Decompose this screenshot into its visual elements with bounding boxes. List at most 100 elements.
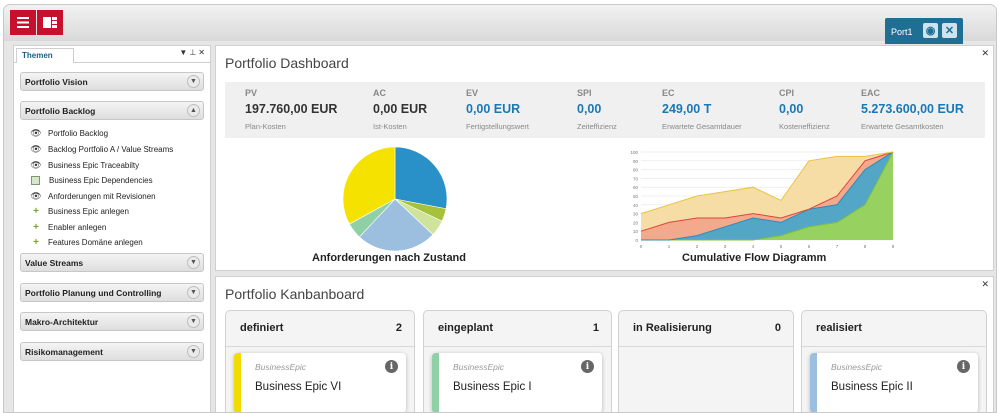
chevron-up-icon[interactable]: ▲ (187, 104, 200, 117)
y-tick-label: 20 (633, 220, 639, 225)
app-window: Port1 ◉ ✕ Themen ▼⊥✕ Portfolio Vision ▼ P… (3, 4, 997, 413)
y-tick-label: 30 (633, 212, 639, 217)
column-count: 2 (395, 322, 402, 334)
dashboard-title: Portfolio Dashboard (225, 55, 349, 71)
y-tick-label: 100 (630, 150, 638, 155)
kanban-column-in-realisierung: in Realisierung 0 (618, 310, 794, 412)
kanban-card[interactable]: BusinessEpic Business Epic VI i (234, 353, 406, 412)
plus-icon: + (33, 236, 39, 248)
dropdown-icon[interactable]: ▼ (179, 48, 189, 57)
kpi-key: EC (662, 88, 675, 98)
group-planung-controlling[interactable]: Portfolio Planung und Controlling ▼ (20, 283, 204, 302)
kpi-key: EV (466, 88, 479, 98)
column-divider (226, 346, 414, 347)
sidebar-item-traceabilty[interactable]: 👁 Business Epic Traceabilty (30, 158, 139, 172)
item-label: Backlog Portfolio A / Value Streams (48, 144, 174, 154)
kanban-column-realisiert: realisiert BusinessEpic Business Epic II… (801, 310, 987, 412)
item-label: Portfolio Backlog (48, 128, 109, 138)
item-label: Business Epic anlegen (48, 206, 129, 216)
cfd-chart-label: Cumulative Flow Diagramm (682, 252, 827, 264)
eye-icon: 👁 (30, 190, 42, 201)
kpi-key: SPI (577, 88, 592, 98)
sidebar-header: Themen ▼⊥✕ (14, 46, 210, 63)
kanban-card[interactable]: BusinessEpic Business Epic I i (432, 353, 602, 412)
info-icon[interactable]: i (957, 360, 970, 373)
sidebar-item-features-anlegen[interactable]: + Features Domäne anlegen (30, 235, 143, 249)
column-divider (802, 346, 986, 347)
sidebar-item-backlog-portfolio-a[interactable]: 👁 Backlog Portfolio A / Value Streams (30, 142, 173, 156)
plus-icon: + (33, 205, 39, 217)
group-makro-architektur[interactable]: Makro-Architektur ▼ (20, 312, 204, 331)
kpi-key: CPI (779, 88, 795, 98)
chevron-down-icon[interactable]: ▼ (187, 345, 200, 358)
kpi-bar: PV 197.760,00 EUR Plan-Kosten AC 0,00 EUR Is… (225, 82, 985, 138)
kpi-sub: Erwartete Gesamtkosten (861, 122, 944, 131)
kpi-sub: Zeiteffizienz (577, 122, 617, 131)
chevron-down-icon[interactable]: ▼ (187, 315, 200, 328)
x-tick-label: 5 (780, 244, 783, 249)
kpi-value: 0,00 EUR (466, 102, 521, 116)
kpi-value: 0,00 EUR (373, 102, 428, 116)
sidebar-item-revisionen[interactable]: 👁 Anforderungen mit Revisionen (30, 189, 156, 203)
sidebar-item-business-epic-anlegen[interactable]: + Business Epic anlegen (30, 204, 129, 218)
kpi-value: 5.273.600,00 EUR (861, 102, 964, 116)
group-label: Risikomanagement (25, 347, 103, 357)
info-icon[interactable]: i (581, 360, 594, 373)
sidebar-item-enabler-anlegen[interactable]: + Enabler anlegen (30, 220, 106, 234)
kpi-sub: Erwartete Gesamtdauer (662, 122, 742, 131)
card-name: Business Epic I (453, 381, 532, 393)
chevron-down-icon[interactable]: ▼ (187, 286, 200, 299)
item-label: Enabler anlegen (48, 222, 107, 232)
info-icon[interactable]: i (385, 360, 398, 373)
pin-icon[interactable]: ⊥ (189, 48, 198, 57)
x-tick-label: 4 (752, 244, 755, 249)
sidebar: Themen ▼⊥✕ Portfolio Vision ▼ Portfolio B… (13, 45, 211, 412)
y-tick-label: 70 (633, 176, 639, 181)
menu-button[interactable] (10, 10, 36, 35)
kpi-value: 0,00 (779, 102, 804, 116)
kpi-value: 0,00 (577, 102, 602, 116)
kpi-key: EAC (861, 88, 881, 98)
group-value-streams[interactable]: Value Streams ▼ (20, 253, 204, 272)
column-count: 0 (774, 322, 781, 334)
kpi-value: 249,00 T (662, 102, 712, 116)
plus-icon: + (33, 221, 39, 233)
menu-icon (17, 17, 29, 28)
tab-themen[interactable]: Themen (16, 48, 74, 63)
item-label: Anforderungen mit Revisionen (48, 191, 156, 201)
group-portfolio-vision[interactable]: Portfolio Vision ▼ (20, 72, 204, 91)
card-type: BusinessEpic (831, 362, 883, 372)
group-portfolio-backlog[interactable]: Portfolio Backlog ▲ (20, 101, 204, 120)
kpi-sub: Plan-Kosten (245, 122, 286, 131)
layout-button[interactable] (37, 10, 63, 35)
y-tick-label: 10 (633, 229, 639, 234)
sidebar-item-dependencies[interactable]: Business Epic Dependencies (30, 173, 153, 187)
item-label: Business Epic Traceabilty (48, 160, 140, 170)
column-title: realisiert (816, 322, 862, 334)
x-tick-label: 1 (668, 244, 671, 249)
sidebar-item-portfolio-backlog[interactable]: 👁 Portfolio Backlog (30, 126, 108, 140)
column-divider (619, 346, 793, 347)
chevron-down-icon[interactable]: ▼ (187, 256, 200, 269)
chevron-down-icon[interactable]: ▼ (187, 75, 200, 88)
kanban-column-definiert: definiert 2 BusinessEpic Business Epic V… (225, 310, 415, 412)
close-icon[interactable]: ✕ (942, 23, 957, 38)
close-icon[interactable]: ✕ (981, 48, 989, 59)
tab-port1[interactable]: Port1 ◉ ✕ (885, 18, 963, 44)
x-tick-label: 6 (808, 244, 811, 249)
close-icon[interactable]: ✕ (198, 48, 207, 57)
x-tick-label: 9 (892, 244, 895, 249)
column-divider (424, 346, 611, 347)
y-tick-label: 40 (633, 203, 639, 208)
dashboard-panel: Portfolio Dashboard ✕ PV 197.760,00 EUR Pl… (215, 45, 994, 271)
close-icon[interactable]: ✕ (981, 279, 989, 290)
column-title: in Realisierung (633, 322, 712, 334)
kpi-sub: Ist-Kosten (373, 122, 407, 131)
top-toolbar: Port1 ◉ ✕ (4, 5, 996, 44)
view-icon[interactable]: ◉ (923, 23, 938, 38)
pie-slice (394, 146, 448, 210)
x-tick-label: 2 (696, 244, 699, 249)
kanban-card[interactable]: BusinessEpic Business Epic II i (810, 353, 978, 412)
kpi-value: 197.760,00 EUR (245, 102, 338, 116)
group-risikomanagement[interactable]: Risikomanagement ▼ (20, 342, 204, 361)
